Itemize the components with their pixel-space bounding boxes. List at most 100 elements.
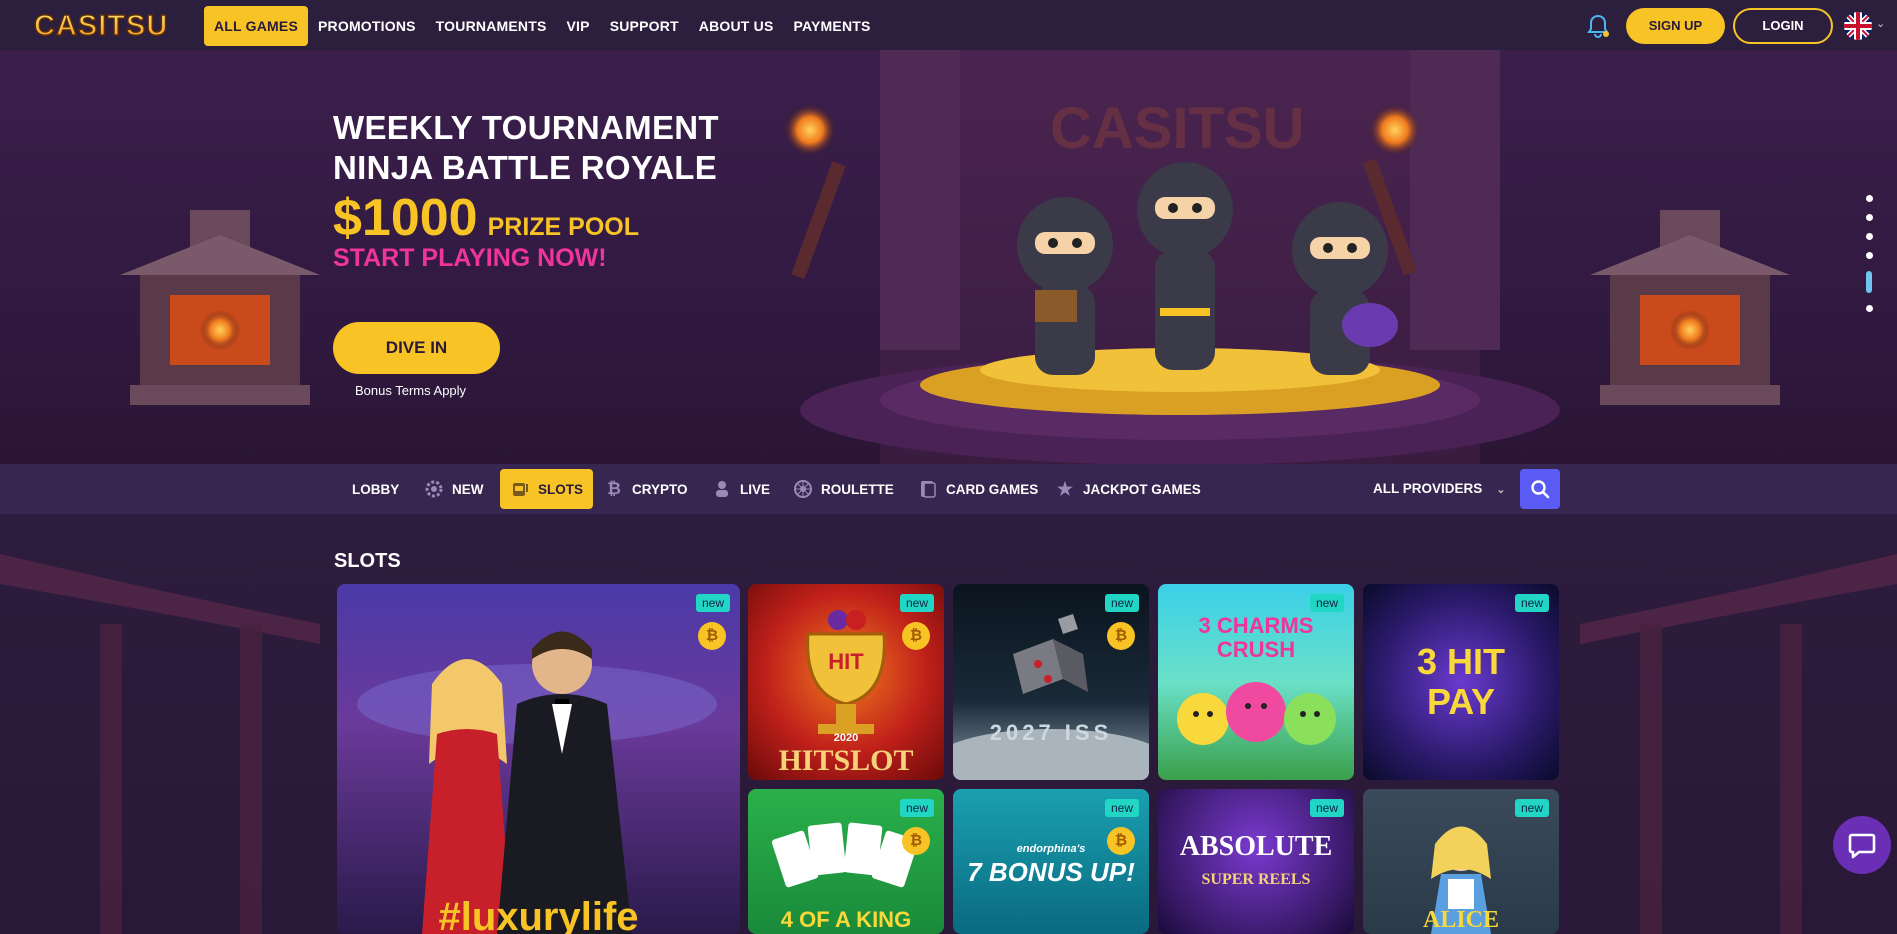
- prize-label: PRIZE POOL: [487, 213, 640, 241]
- hero-prize: $1000 PRIZE POOL: [333, 188, 639, 248]
- bitcoin-icon: ₿: [902, 622, 930, 650]
- slider-dot[interactable]: [1866, 214, 1873, 221]
- login-button[interactable]: LOGIN: [1733, 8, 1833, 44]
- hero-banner: CASITSU WEEKLY TOURNAMENT NINJA BATTLE R…: [0, 50, 1897, 464]
- game-tile[interactable]: 3 HIT PAY new: [1363, 584, 1559, 780]
- bell-icon[interactable]: [1585, 13, 1611, 39]
- prize-amount: $1000: [333, 189, 478, 247]
- svg-text:CASITSU: CASITSU: [34, 10, 168, 42]
- menu-promotions[interactable]: PROMOTIONS: [308, 6, 426, 46]
- game-title: ABSOLUTE: [1179, 831, 1333, 862]
- hero-illustration: CASITSU: [784, 50, 1560, 464]
- new-badge: new: [899, 594, 934, 612]
- left-lantern: [120, 210, 320, 405]
- new-badge: new: [1309, 594, 1344, 612]
- providers-dropdown[interactable]: ALL PROVIDERS ⌄: [1373, 469, 1505, 509]
- new-badge: new: [1104, 799, 1139, 817]
- cat-crypto[interactable]: ₿ CRYPTO: [594, 469, 698, 509]
- game-art: [953, 614, 1149, 780]
- slider-dot[interactable]: [1866, 195, 1873, 202]
- bitcoin-icon: ₿: [902, 827, 930, 855]
- game-tile[interactable]: HIT 2020 HITSLOT new ₿: [748, 584, 944, 780]
- uk-flag-icon[interactable]: [1844, 12, 1872, 40]
- casitsu-logo[interactable]: CASITSU: [32, 6, 174, 44]
- game-title: 3 HIT PAY: [1416, 641, 1505, 722]
- roulette-icon: [793, 479, 813, 499]
- menu-about-us[interactable]: ABOUT US: [689, 6, 784, 46]
- menu-support[interactable]: SUPPORT: [600, 6, 689, 46]
- menu-all-games[interactable]: ALL GAMES: [204, 6, 308, 46]
- game-tile[interactable]: 4 OF A KING new ₿: [748, 789, 944, 934]
- hero-title-line1: WEEKLY TOURNAMENT: [333, 109, 719, 146]
- cat-slots[interactable]: SLOTS: [500, 469, 594, 509]
- game-tile-featured[interactable]: #luxurylife new ₿: [337, 584, 740, 934]
- sign-up-button[interactable]: SIGN UP: [1626, 8, 1725, 44]
- dealer-icon: [712, 479, 732, 499]
- game-title: ALICE: [1422, 907, 1500, 933]
- hero-title: WEEKLY TOURNAMENT NINJA BATTLE ROYALE: [333, 108, 719, 188]
- slots-section: SLOTS #luxurylife new ₿ HIT 2020 HITSLOT…: [0, 514, 1897, 934]
- cat-label: CRYPTO: [632, 481, 688, 497]
- game-subtitle: 2020: [833, 732, 859, 744]
- search-button[interactable]: [1520, 469, 1560, 509]
- right-gate-decoration: [1580, 554, 1897, 934]
- cat-label: ROULETTE: [821, 481, 894, 497]
- game-tile[interactable]: ABSOLUTE SUPER REELS new: [1158, 789, 1354, 934]
- gear-icon: [424, 479, 444, 499]
- cat-roulette[interactable]: ROULETTE: [783, 469, 904, 509]
- game-tile[interactable]: 2027 ISS new ₿: [953, 584, 1149, 780]
- dive-in-button[interactable]: DIVE IN: [333, 322, 500, 374]
- game-title: #luxurylife: [438, 895, 639, 934]
- slider-dots: [1866, 195, 1874, 324]
- slider-dot[interactable]: [1866, 305, 1873, 312]
- new-badge: new: [1309, 799, 1344, 817]
- chevron-down-icon[interactable]: ⌄: [1876, 17, 1885, 30]
- cat-lobby[interactable]: LOBBY: [342, 469, 409, 509]
- top-navigation: CASITSU ALL GAMES PROMOTIONS TOURNAMENTS…: [0, 0, 1897, 50]
- cat-label: LIVE: [740, 481, 771, 497]
- slider-dot-active[interactable]: [1866, 271, 1872, 293]
- providers-label: ALL PROVIDERS: [1373, 481, 1483, 496]
- chevron-down-icon: ⌄: [1496, 484, 1506, 496]
- cat-label: CARD GAMES: [946, 481, 1039, 497]
- cat-card-games[interactable]: CARD GAMES: [908, 469, 1048, 509]
- new-badge: new: [1514, 594, 1549, 612]
- new-badge: new: [1104, 594, 1139, 612]
- search-icon: [1531, 480, 1550, 499]
- chat-bubble-icon: [1848, 833, 1876, 859]
- menu-payments[interactable]: PAYMENTS: [783, 6, 880, 46]
- hero-title-line2: NINJA BATTLE ROYALE: [333, 149, 718, 186]
- cards-icon: [918, 479, 938, 499]
- live-chat-button[interactable]: [1833, 816, 1891, 874]
- cat-jackpot-games[interactable]: ★ JACKPOT GAMES: [1045, 469, 1211, 509]
- menu-tournaments[interactable]: TOURNAMENTS: [426, 6, 557, 46]
- cat-label: LOBBY: [352, 481, 400, 497]
- bitcoin-icon: ₿: [1107, 827, 1135, 855]
- slot-machine-icon: [510, 479, 530, 499]
- game-tile[interactable]: 3 CHARMS CRUSH new: [1158, 584, 1354, 780]
- category-bar: LOBBY NEW SLOTS ₿ CRYPTO LIVE ROULETTE C…: [0, 464, 1897, 514]
- cat-label: NEW: [452, 481, 484, 497]
- game-title: 4 OF A KING: [780, 907, 912, 932]
- cat-new[interactable]: NEW: [414, 469, 494, 509]
- hero-cta-text: START PLAYING NOW!: [333, 244, 607, 272]
- menu-vip[interactable]: VIP: [557, 6, 600, 46]
- game-subtitle: SUPER REELS: [1201, 871, 1311, 888]
- game-title: 2027 ISS: [989, 720, 1113, 745]
- right-lantern: [1590, 210, 1790, 405]
- game-art: [357, 631, 717, 934]
- new-badge: new: [1514, 799, 1549, 817]
- game-title: 3 CHARMS CRUSH: [1198, 613, 1314, 662]
- left-gate-decoration: [0, 554, 320, 934]
- cat-live[interactable]: LIVE: [702, 469, 780, 509]
- main-menu: ALL GAMES PROMOTIONS TOURNAMENTS VIP SUP…: [204, 6, 881, 46]
- game-title: 7 BONUS UP!: [967, 857, 1135, 887]
- bonus-terms-link[interactable]: Bonus Terms Apply: [355, 383, 466, 398]
- slider-dot[interactable]: [1866, 233, 1873, 240]
- bitcoin-icon: ₿: [607, 479, 621, 498]
- game-tile[interactable]: endorphina's 7 BONUS UP! new ₿: [953, 789, 1149, 934]
- game-tile[interactable]: ALICE new: [1363, 789, 1559, 934]
- svg-text:HIT: HIT: [828, 649, 864, 674]
- slider-dot[interactable]: [1866, 252, 1873, 259]
- svg-text:CASITSU: CASITSU: [1050, 96, 1305, 161]
